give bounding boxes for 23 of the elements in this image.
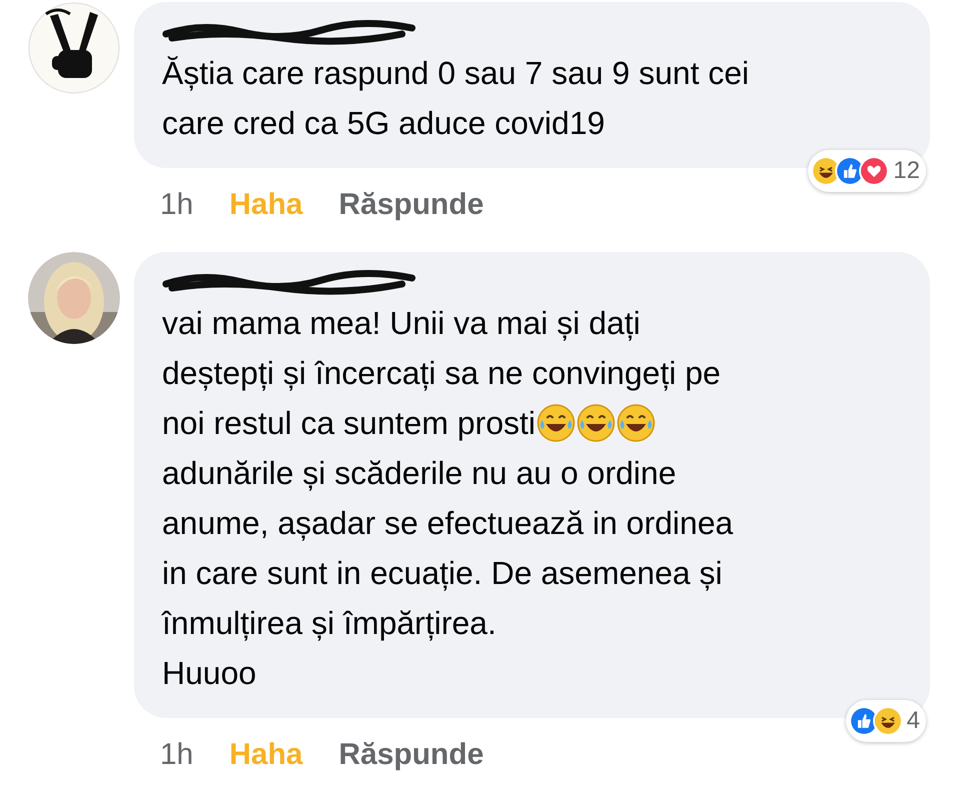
reaction-count: 4	[906, 706, 920, 736]
reply-link[interactable]: Răspunde	[338, 182, 484, 226]
heart-icon	[859, 156, 890, 186]
comment-text-line: noi restul ca suntem prosti	[162, 404, 536, 443]
comment-time[interactable]: 1h	[160, 182, 194, 226]
comment-time[interactable]: 1h	[160, 732, 194, 776]
reaction-summary[interactable]: 4	[846, 700, 926, 742]
comment-text-line: înmulțirea și împărțirea.	[162, 604, 496, 643]
comment-text-line: in care sunt in ecuație. De asemenea și	[162, 554, 722, 593]
comment-text-line: Huuoo	[162, 654, 256, 693]
laughing-tears-icon	[616, 403, 656, 443]
comment-text-line: anume, așadar se efectuează in ordinea	[162, 504, 734, 543]
laughing-face-icon	[872, 706, 903, 736]
comment-text-line: vai mama mea! Unii va mai și dați	[162, 304, 640, 343]
laughing-tears-icon	[576, 403, 616, 443]
comment-text-line: care cred ca 5G aduce covid19	[162, 104, 605, 143]
comment-text-line: deștepți și încercați sa ne convingeți pe	[162, 354, 721, 393]
comment-text-line: adunările și scăderile nu au o ordine	[162, 454, 676, 493]
reaction-summary[interactable]: 12	[808, 150, 926, 192]
reply-link[interactable]: Răspunde	[338, 732, 484, 776]
comment-text-line: Ăștia care raspund 0 sau 7 sau 9 sunt cei	[162, 54, 750, 93]
laughing-tears-icon	[536, 403, 576, 443]
reaction-count: 12	[893, 156, 920, 186]
